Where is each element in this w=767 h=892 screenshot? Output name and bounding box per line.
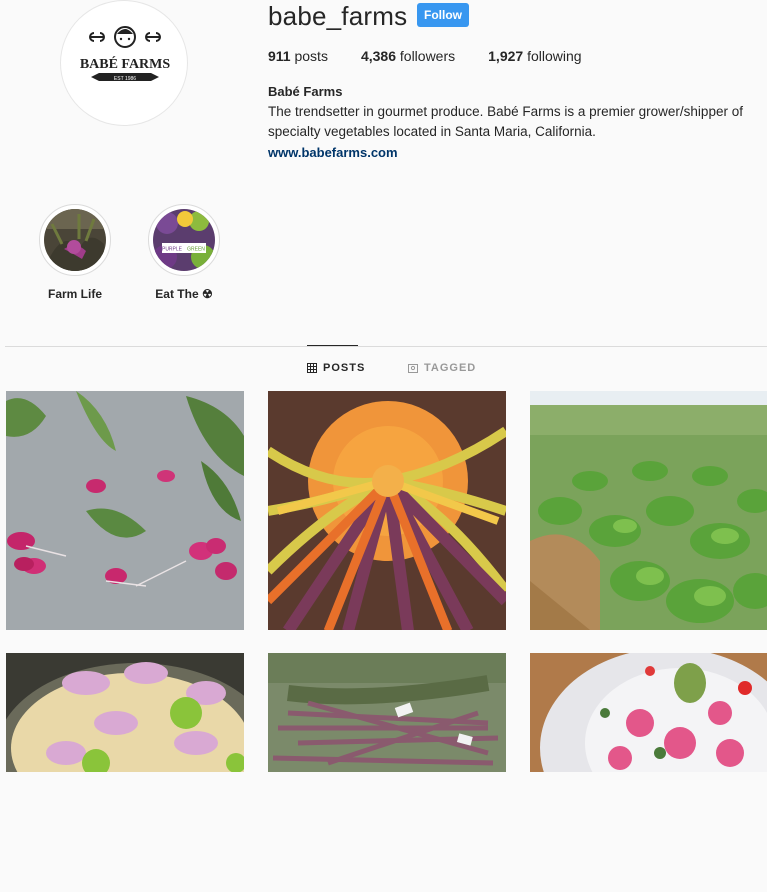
profile-username: babe_farms [268, 1, 408, 31]
farm-logo-icon [89, 26, 161, 81]
highlight-ring [39, 204, 111, 276]
highlight-label: Farm Life [47, 287, 102, 301]
tab-posts-label: POSTS [323, 362, 366, 374]
profile-avatar[interactable]: BABÉ FARMS EST 1986 [60, 0, 188, 126]
post-thumbnail-carrots[interactable] [268, 391, 506, 630]
tab-posts[interactable]: POSTS [307, 362, 365, 374]
stat-posts-value: 911 [268, 48, 291, 64]
post-thumbnail-colorful-dish[interactable] [530, 653, 767, 892]
bio-text: The trendsetter in gourmet produce. Babé… [268, 104, 743, 139]
highlight-eat-the[interactable]: PURPLE GREEN Eat The ☢ [147, 204, 221, 301]
badge-green-text: GREEN [187, 247, 205, 253]
tabs-divider [5, 346, 767, 347]
profile-stats: 911 posts 4,386 followers 1,927 followin… [268, 48, 615, 64]
highlight-cover-image [44, 209, 106, 271]
stat-following-label: following [527, 48, 582, 64]
highlight-cover-image: PURPLE GREEN [153, 209, 215, 271]
logo-est-text: EST 1986 [114, 76, 136, 82]
stat-following-value: 1,927 [488, 48, 524, 64]
highlight-ring: PURPLE GREEN [148, 204, 220, 276]
post-thumbnail-salad-plate[interactable] [6, 653, 244, 892]
stat-posts[interactable]: 911 posts [268, 48, 328, 64]
stat-followers-value: 4,386 [360, 48, 396, 64]
post-thumbnail-field[interactable] [530, 391, 767, 630]
post-thumbnail-purple-carrots[interactable] [268, 653, 506, 892]
follow-button[interactable]: Follow [417, 3, 469, 27]
tab-tagged-label: TAGGED [424, 362, 477, 374]
highlight-label: Eat The ☢ [155, 287, 213, 301]
active-tab-indicator [307, 345, 358, 346]
post-thumbnail-radishes[interactable] [6, 391, 244, 630]
grid-icon [307, 363, 317, 373]
bio-name: Babé Farms [268, 84, 343, 99]
highlight-farm-life[interactable]: Farm Life [38, 204, 112, 301]
stat-following[interactable]: 1,927 following [488, 48, 581, 64]
logo-text: BABÉ FARMS [80, 55, 171, 72]
tab-tagged[interactable]: TAGGED [408, 362, 476, 374]
stat-followers-label: followers [399, 48, 456, 64]
tag-icon [408, 364, 418, 373]
badge-purple-text: PURPLE [162, 247, 183, 253]
stat-posts-label: posts [294, 48, 328, 64]
bio-link[interactable]: www.babefarms.com [268, 145, 398, 160]
stat-followers[interactable]: 4,386 followers [361, 48, 455, 64]
